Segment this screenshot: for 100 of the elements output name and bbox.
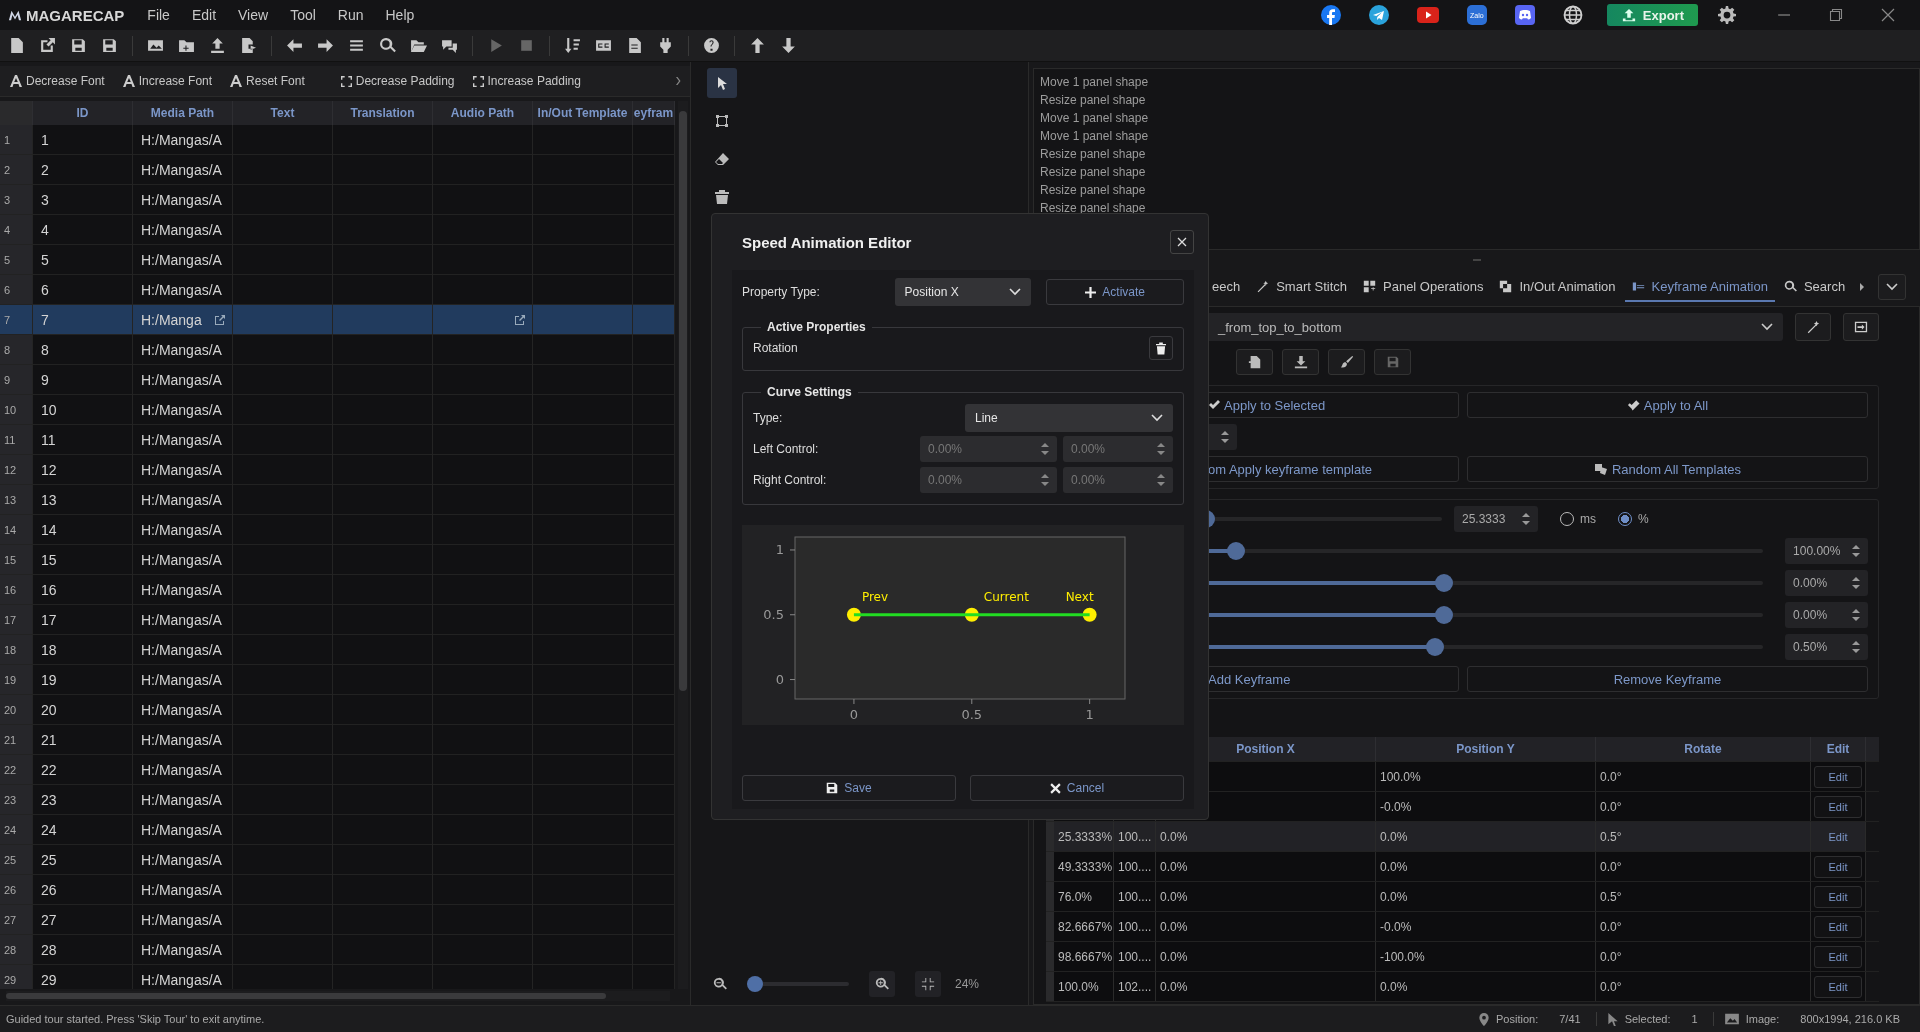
table-row[interactable]: 26 26 H:/Mangas/A: [0, 875, 675, 905]
edit-button[interactable]: Edit: [1814, 975, 1862, 998]
table-row[interactable]: 8 8 H:/Mangas/A: [0, 335, 675, 365]
activate-button[interactable]: Activate: [1046, 279, 1184, 305]
column-header[interactable]: Position Y: [1376, 737, 1596, 761]
table-row[interactable]: 19 19 H:/Mangas/A: [0, 665, 675, 695]
tab[interactable]: Keyframe Animation: [1624, 272, 1775, 302]
table-cell: 12: [33, 455, 133, 485]
edit-button[interactable]: Edit: [1814, 915, 1862, 938]
column-header[interactable]: Media Path: [133, 101, 233, 125]
table-cell: 0.0°: [1596, 972, 1811, 1001]
apply-all-button[interactable]: Apply to All: [1467, 392, 1868, 418]
column-header[interactable]: eyfram: [633, 101, 675, 125]
history-item[interactable]: Resize panel shape: [1040, 145, 1913, 163]
table-row[interactable]: 24 24 H:/Mangas/A: [0, 815, 675, 845]
remove-keyframe-button[interactable]: Remove Keyframe: [1467, 666, 1868, 692]
table-row[interactable]: 10 10 H:/Mangas/A: [0, 395, 675, 425]
table-row[interactable]: 25.3333% 100.... 0.0% 0.0% 0.5° Edit: [1046, 822, 1879, 852]
table-row[interactable]: 15 15 H:/Mangas/A: [0, 545, 675, 575]
tab[interactable]: eech: [1205, 272, 1248, 302]
table-row[interactable]: 98.6667% 100.... 0.0% -100.0% 0.0° Edit: [1046, 942, 1879, 972]
history-item[interactable]: Resize panel shape: [1040, 163, 1913, 181]
table-row[interactable]: 18 18 H:/Mangas/A: [0, 635, 675, 665]
table-row[interactable]: 23 23 H:/Mangas/A: [0, 785, 675, 815]
value-field[interactable]: 100.00%: [1785, 538, 1868, 564]
save-button[interactable]: Save: [742, 775, 956, 801]
edit-button[interactable]: Edit: [1814, 885, 1862, 908]
menu-item[interactable]: Tool: [281, 7, 325, 23]
column-header[interactable]: Rotate: [1596, 737, 1811, 761]
edit-button[interactable]: Edit: [1814, 825, 1862, 848]
menu-item[interactable]: Help: [376, 7, 424, 23]
menu-item[interactable]: Run: [328, 7, 373, 23]
history-item[interactable]: Resize panel shape: [1040, 199, 1913, 217]
toolbar-button[interactable]: Decrease Padding: [338, 72, 457, 90]
type-dropdown[interactable]: Line: [965, 404, 1173, 432]
table-row[interactable]: 3 3 H:/Mangas/A: [0, 185, 675, 215]
table-row[interactable]: 28 28 H:/Mangas/A: [0, 935, 675, 965]
table-row[interactable]: 100.0% 102.... 0.0% 0.0% 0.0° Edit: [1046, 972, 1879, 1002]
history-item[interactable]: Resize panel shape: [1040, 91, 1913, 109]
table-row[interactable]: 13 13 H:/Mangas/A: [0, 485, 675, 515]
menu-item[interactable]: File: [138, 7, 179, 23]
toolbar-button[interactable]: Reset Font: [228, 72, 307, 90]
table-row[interactable]: 21 21 H:/Mangas/A: [0, 725, 675, 755]
table-row[interactable]: 25 25 H:/Mangas/A: [0, 845, 675, 875]
table-row[interactable]: 22 22 H:/Mangas/A: [0, 755, 675, 785]
table-row[interactable]: 6 6 H:/Mangas/A: [0, 275, 675, 305]
column-header[interactable]: Text: [233, 101, 333, 125]
table-row[interactable]: 5 5 H:/Mangas/A: [0, 245, 675, 275]
menu-item[interactable]: View: [229, 7, 278, 23]
history-item[interactable]: Move 1 panel shape: [1040, 109, 1913, 127]
value-field[interactable]: 0.00%: [1785, 570, 1868, 596]
column-header[interactable]: Edit: [1811, 737, 1866, 761]
table-row[interactable]: 17 17 H:/Mangas/A: [0, 605, 675, 635]
tab[interactable]: Search: [1776, 272, 1853, 302]
table-cell: 100....: [1114, 912, 1156, 941]
value-field[interactable]: 0.00%: [1785, 602, 1868, 628]
tab[interactable]: Panel Operations: [1356, 272, 1491, 302]
toolbar-button[interactable]: Increase Padding: [470, 72, 583, 90]
edit-button[interactable]: Edit: [1814, 795, 1862, 818]
edit-button[interactable]: Edit: [1814, 765, 1862, 788]
table-cell: 0.5°: [1596, 822, 1811, 851]
table-row[interactable]: 11 11 H:/Mangas/A: [0, 425, 675, 455]
table-row[interactable]: 49.3333% 100.... 0.0% 0.0% 0.0° Edit: [1046, 852, 1879, 882]
toolbar-button[interactable]: Decrease Font: [8, 72, 107, 90]
table-row[interactable]: 1 1 H:/Mangas/A: [0, 125, 675, 155]
table-row[interactable]: 76.0% 100.... 0.0% 0.0% 0.5° Edit: [1046, 882, 1879, 912]
edit-button[interactable]: Edit: [1814, 855, 1862, 878]
toolbar-button[interactable]: Increase Font: [120, 72, 215, 90]
menu-item[interactable]: Edit: [182, 7, 226, 23]
random-all-button[interactable]: Random All Templates: [1467, 456, 1868, 482]
column-header[interactable]: Translation: [333, 101, 433, 125]
property-dropdown[interactable]: Position X: [894, 278, 1032, 306]
table-row[interactable]: 20 20 H:/Mangas/A: [0, 695, 675, 725]
table-row[interactable]: 14 14 H:/Mangas/A: [0, 515, 675, 545]
export-button[interactable]: Export: [1606, 4, 1698, 26]
zoom-level: 24%: [955, 977, 980, 991]
table-cell: 0.0°: [1596, 912, 1811, 941]
history-item[interactable]: Move 1 panel shape: [1040, 127, 1913, 145]
table-row[interactable]: 16 16 H:/Mangas/A: [0, 575, 675, 605]
table-row[interactable]: 27 27 H:/Mangas/A: [0, 905, 675, 935]
column-header[interactable]: In/Out Template: [533, 101, 633, 125]
table-row[interactable]: 7 7 H:/Manga: [0, 305, 675, 335]
tab[interactable]: In/Out Animation: [1492, 272, 1623, 302]
value-field[interactable]: 0.50%: [1785, 634, 1868, 660]
history-item[interactable]: Move 1 panel shape: [1040, 73, 1913, 91]
column-header[interactable]: ID: [33, 101, 133, 125]
table-row[interactable]: 29 29 H:/Mangas/A: [0, 965, 675, 989]
table-row[interactable]: 2 2 H:/Mangas/A: [0, 155, 675, 185]
column-header[interactable]: Audio Path: [433, 101, 533, 125]
row-number: 5: [0, 245, 33, 275]
cancel-button[interactable]: Cancel: [970, 775, 1184, 801]
time-field[interactable]: 25.3333: [1454, 506, 1538, 532]
tab[interactable]: Smart Stitch: [1249, 272, 1354, 302]
table-row[interactable]: 12 12 H:/Mangas/A: [0, 455, 675, 485]
history-item[interactable]: Resize panel shape: [1040, 181, 1913, 199]
edit-button[interactable]: Edit: [1814, 945, 1862, 968]
table-row[interactable]: 4 4 H:/Mangas/A: [0, 215, 675, 245]
table-row[interactable]: 9 9 H:/Mangas/A: [0, 365, 675, 395]
table-row[interactable]: 82.6667% 100.... 0.0% -0.0% 0.0° Edit: [1046, 912, 1879, 942]
table-cell: 100....: [1114, 942, 1156, 971]
